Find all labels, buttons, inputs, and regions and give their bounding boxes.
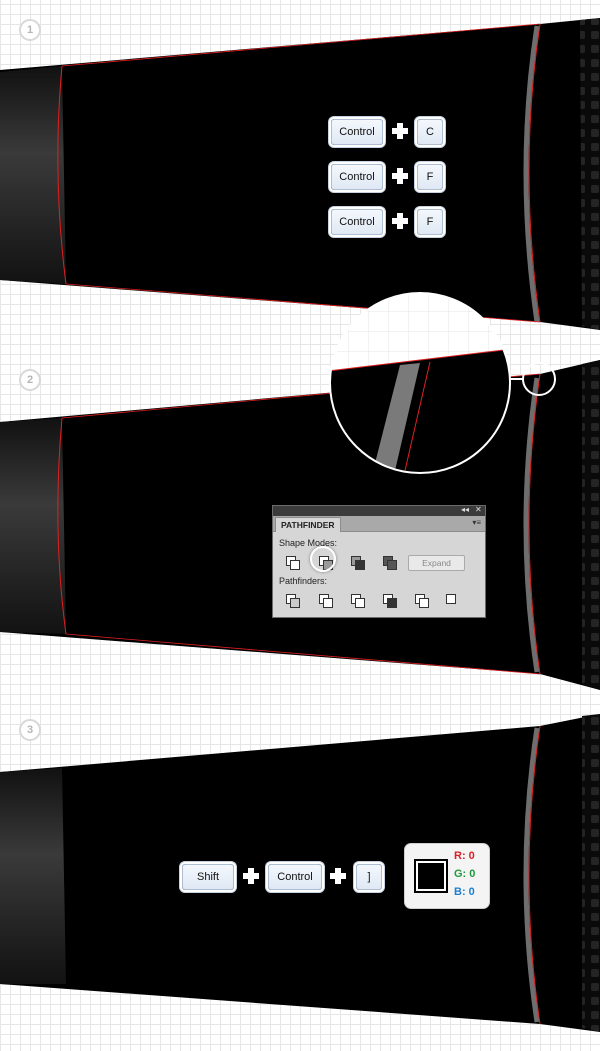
- fill-swatch: [414, 859, 448, 893]
- crop-icon[interactable]: [382, 593, 397, 608]
- unite-icon[interactable]: [285, 555, 300, 570]
- panel-menu-icon[interactable]: ▾≡: [472, 518, 481, 527]
- outline-icon[interactable]: [414, 593, 429, 608]
- key-control: Control: [268, 864, 322, 890]
- key-f: F: [417, 209, 443, 235]
- close-icon[interactable]: ✕: [475, 505, 482, 514]
- merge-icon[interactable]: [350, 593, 365, 608]
- divide-icon[interactable]: [285, 593, 300, 608]
- tab-pathfinder[interactable]: PATHFINDER: [275, 517, 341, 532]
- key-control: Control: [331, 209, 383, 235]
- trim-icon[interactable]: [318, 593, 333, 608]
- key-shift: Shift: [182, 864, 234, 890]
- key-right-bracket: ]: [356, 864, 382, 890]
- key-control: Control: [331, 164, 383, 190]
- panel-titlebar: ◂◂ ✕: [273, 505, 485, 516]
- pathfinders-label: Pathfinders:: [279, 576, 328, 586]
- expand-button[interactable]: Expand: [408, 555, 465, 571]
- collapse-icon[interactable]: ◂◂: [461, 505, 469, 514]
- red-value: R: 0: [454, 850, 475, 862]
- key-control: Control: [331, 119, 383, 145]
- green-value: G: 0: [454, 868, 476, 880]
- plus-icon: [330, 868, 346, 884]
- fill-color-box: R: 0 G: 0 B: 0: [405, 844, 489, 908]
- magnifier-zoom: [329, 292, 511, 474]
- minus-back-icon[interactable]: [445, 593, 459, 607]
- key-f: F: [417, 164, 443, 190]
- plus-icon: [243, 868, 259, 884]
- pathfinder-panel: ◂◂ ✕ PATHFINDER ▾≡ Shape Modes: Expand P…: [272, 505, 486, 618]
- exclude-icon[interactable]: [382, 555, 397, 570]
- tube-cap-band: [0, 66, 66, 284]
- plus-icon: [392, 213, 408, 229]
- key-c: C: [417, 119, 443, 145]
- tube-body: [0, 18, 600, 330]
- plus-icon: [392, 168, 408, 184]
- blue-value: B: 0: [454, 886, 475, 898]
- panel-tabbar: PATHFINDER ▾≡: [273, 516, 485, 532]
- plus-icon: [392, 123, 408, 139]
- tube-rim-texture: [580, 18, 600, 330]
- intersect-icon[interactable]: [350, 555, 365, 570]
- minus-front-highlight: [310, 546, 336, 572]
